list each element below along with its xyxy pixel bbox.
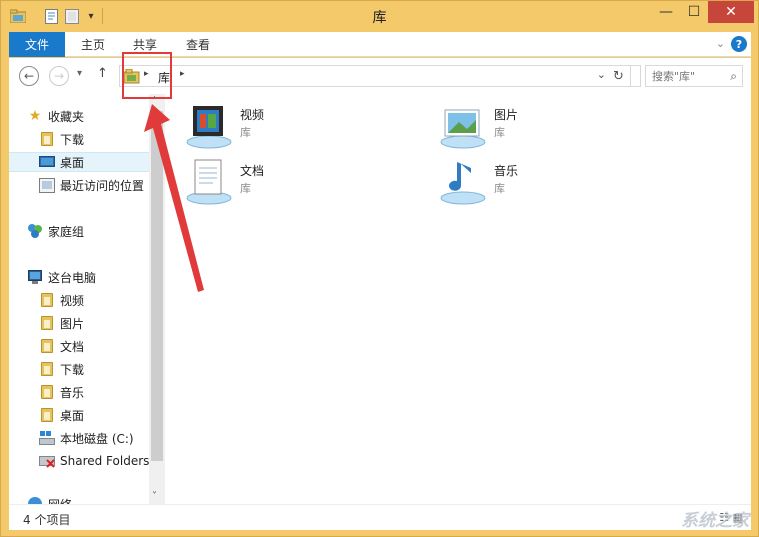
up-button[interactable]: ↑ <box>97 66 108 81</box>
sidebar-item-music[interactable]: 音乐 <box>39 382 149 402</box>
videos-folder-icon <box>39 292 55 308</box>
downloads-folder-icon <box>39 361 55 377</box>
sidebar-item-documents[interactable]: 文档 <box>39 336 149 356</box>
tab-share[interactable]: 共享 <box>133 32 157 57</box>
library-item-music[interactable]: 音乐 库 <box>439 158 669 206</box>
network-icon <box>27 496 43 504</box>
maximize-button[interactable]: ☐ <box>681 1 707 23</box>
library-item-documents[interactable]: 文档 库 <box>185 158 415 206</box>
sidebar-item-label: 这台电脑 <box>48 270 97 285</box>
expand-ribbon-icon[interactable]: ⌄ <box>716 37 725 50</box>
pictures-library-icon <box>439 102 487 150</box>
sidebar-item-label: 文档 <box>60 339 85 354</box>
navigation-scrollbar[interactable]: ˄ ˅ <box>149 94 165 504</box>
tab-file[interactable]: 文件 <box>9 32 65 57</box>
library-type: 库 <box>240 126 251 139</box>
pictures-folder-icon <box>39 315 55 331</box>
library-name: 音乐 <box>494 164 519 178</box>
recent-places-icon <box>39 177 55 193</box>
recent-locations-dropdown[interactable]: ▾ <box>77 68 82 79</box>
sidebar-item-pictures[interactable]: 图片 <box>39 313 149 333</box>
navigation-bar: ← → ▾ ↑ ▸ 库 ▸ ⌄ ↻ ⌕ <box>9 58 751 94</box>
sidebar-item-label: 家庭组 <box>48 224 85 239</box>
search-icon[interactable]: ⌕ <box>730 69 737 84</box>
downloads-folder-icon <box>39 131 55 147</box>
help-icon[interactable]: ? <box>731 36 747 52</box>
sidebar-item-downloads-pc[interactable]: 下载 <box>39 359 149 379</box>
library-type: 库 <box>240 182 251 195</box>
homegroup-icon <box>27 223 43 239</box>
local-disk-icon <box>39 430 55 446</box>
sidebar-network[interactable]: 网络 <box>27 494 149 504</box>
desktop-icon <box>39 154 55 170</box>
explorer-window: ▾ 库 — ☐ ✕ 文件 主页 共享 查看 ⌄ ? ← → ▾ ↑ ▸ 库 ▸ … <box>0 0 759 537</box>
window-title: 库 <box>372 10 387 26</box>
sidebar-item-label: 网络 <box>48 496 72 505</box>
back-button[interactable]: ← <box>19 66 39 86</box>
breadcrumb-libraries[interactable]: 库 <box>158 69 170 86</box>
sidebar-item-recent-places[interactable]: 最近访问的位置 <box>39 175 149 195</box>
navigation-pane: ★ 收藏夹 下载 桌面 最近访问的位置 家庭组 这台电脑 视频 图片 文档 下载… <box>9 94 149 504</box>
scroll-down-icon[interactable]: ˅ <box>152 491 157 502</box>
close-button[interactable]: ✕ <box>708 1 754 23</box>
breadcrumb-arrow-icon[interactable]: ▸ <box>180 69 185 79</box>
music-library-icon <box>439 158 487 206</box>
documents-folder-icon <box>39 338 55 354</box>
library-name: 图片 <box>494 108 519 122</box>
sidebar-item-label: 最近访问的位置 <box>60 178 145 193</box>
library-name: 视频 <box>240 108 265 122</box>
sidebar-item-label: Shared Folders <box>60 454 149 468</box>
sidebar-item-label: 图片 <box>60 316 85 331</box>
computer-icon <box>27 269 43 285</box>
minimize-button[interactable]: — <box>653 1 679 23</box>
sidebar-favorites[interactable]: ★ 收藏夹 <box>27 106 149 126</box>
sidebar-item-label: 桌面 <box>60 155 85 170</box>
sidebar-item-local-disk[interactable]: 本地磁盘 (C:) <box>39 428 149 448</box>
sidebar-item-label: 桌面 <box>60 408 85 423</box>
star-icon: ★ <box>28 108 42 124</box>
sidebar-item-label: 本地磁盘 (C:) <box>60 431 134 446</box>
library-item-videos[interactable]: 视频 库 <box>185 102 415 150</box>
address-dropdown[interactable]: ⌄ <box>597 68 606 81</box>
breadcrumb-arrow-icon[interactable]: ▸ <box>144 69 149 79</box>
watermark: 系统之家 <box>681 511 749 531</box>
sidebar-item-desktop[interactable]: 桌面 <box>9 152 149 172</box>
status-bar: 4 个项目 ☷ ▦ <box>9 504 751 530</box>
item-count: 4 个项目 <box>23 513 71 527</box>
content-pane: 视频 库 图片 库 文档 库 音乐 库 <box>165 94 751 504</box>
sidebar-this-pc[interactable]: 这台电脑 <box>27 267 149 287</box>
refresh-button[interactable]: ↻ <box>607 65 631 87</box>
forward-button[interactable]: → <box>49 66 69 86</box>
sidebar-item-label: 视频 <box>60 293 85 308</box>
scroll-thumb[interactable] <box>151 111 163 461</box>
libraries-icon <box>123 68 140 87</box>
search-box[interactable]: ⌕ <box>645 65 743 87</box>
ribbon: 文件 主页 共享 查看 ⌄ ? <box>9 32 751 57</box>
sidebar-item-downloads[interactable]: 下载 <box>39 129 149 149</box>
sidebar-item-shared-folders[interactable]: Shared Folders <box>39 451 149 471</box>
sidebar-item-label: 收藏夹 <box>48 109 85 124</box>
sidebar-item-videos[interactable]: 视频 <box>39 290 149 310</box>
tab-view[interactable]: 查看 <box>186 32 210 57</box>
title-bar: ▾ 库 — ☐ ✕ <box>1 1 758 31</box>
library-name: 文档 <box>240 164 265 178</box>
shared-folders-icon <box>39 453 55 469</box>
music-folder-icon <box>39 384 55 400</box>
library-type: 库 <box>494 182 505 195</box>
sidebar-item-label: 下载 <box>60 132 85 147</box>
scroll-up-icon[interactable]: ˄ <box>152 96 157 107</box>
sidebar-item-desktop-pc[interactable]: 桌面 <box>39 405 149 425</box>
documents-library-icon <box>185 158 233 206</box>
address-bar[interactable]: ▸ 库 ▸ ⌄ <box>119 65 641 87</box>
sidebar-item-label: 下载 <box>60 362 85 377</box>
videos-library-icon <box>185 102 233 150</box>
search-input[interactable] <box>646 66 720 86</box>
sidebar-item-label: 音乐 <box>60 385 85 400</box>
library-item-pictures[interactable]: 图片 库 <box>439 102 669 150</box>
tab-home[interactable]: 主页 <box>81 32 105 57</box>
sidebar-homegroup[interactable]: 家庭组 <box>27 221 149 241</box>
library-type: 库 <box>494 126 505 139</box>
desktop-folder-icon <box>39 407 55 423</box>
